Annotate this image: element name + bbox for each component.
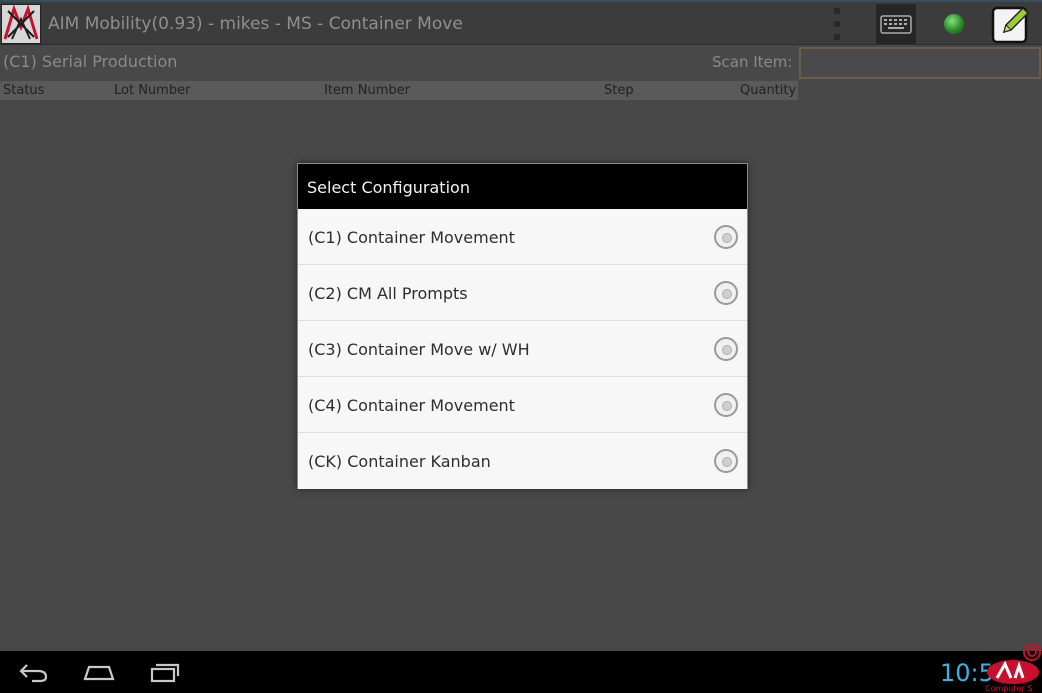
config-option-label: (CK) Container Kanban (308, 452, 491, 471)
radio-button[interactable] (714, 337, 738, 361)
radio-button[interactable] (714, 281, 738, 305)
config-option-label: (C2) CM All Prompts (308, 284, 468, 303)
aim-logo-icon[interactable] (1, 4, 41, 44)
back-icon[interactable] (18, 659, 50, 689)
overflow-menu-icon[interactable] (829, 6, 845, 42)
config-option-label: (C1) Container Movement (308, 228, 515, 247)
recent-apps-icon[interactable] (148, 659, 180, 689)
dialog-title-bar: Select Configuration (298, 164, 747, 209)
config-option-label: (C3) Container Move w/ WH (308, 340, 530, 359)
app-title: AIM Mobility(0.93) - mikes - MS - Contai… (48, 14, 463, 34)
column-quantity[interactable]: Quantity (740, 83, 796, 98)
status-dot-icon (944, 14, 964, 34)
column-step[interactable]: Step (604, 83, 634, 98)
config-option-c1[interactable]: (C1) Container Movement (298, 209, 747, 265)
radio-button[interactable] (714, 449, 738, 473)
config-option-ck[interactable]: (CK) Container Kanban (298, 433, 747, 489)
config-option-c3[interactable]: (C3) Container Move w/ WH (298, 321, 747, 377)
action-bar: AIM Mobility(0.93) - mikes - MS - Contai… (0, 0, 1042, 45)
select-configuration-dialog: Select Configuration (C1) Container Move… (297, 163, 748, 489)
system-navigation-bar: 10:5 (0, 651, 1042, 693)
edit-notes-icon[interactable] (990, 4, 1032, 45)
column-lot-number[interactable]: Lot Number (114, 83, 190, 98)
configuration-title: (C1) Serial Production (3, 52, 178, 71)
radio-button[interactable] (714, 393, 738, 417)
home-icon[interactable] (82, 659, 116, 689)
config-option-c2[interactable]: (C2) CM All Prompts (298, 265, 747, 321)
config-option-c4[interactable]: (C4) Container Movement (298, 377, 747, 433)
table-header: Status Lot Number Item Number Step Quant… (0, 81, 798, 100)
dialog-title: Select Configuration (307, 178, 470, 197)
scan-item-label: Scan Item: (712, 53, 793, 71)
keyboard-icon[interactable] (876, 4, 916, 44)
column-item-number[interactable]: Item Number (324, 83, 410, 98)
config-option-label: (C4) Container Movement (308, 396, 515, 415)
watermark-text: Computer S (985, 684, 1033, 693)
scan-item-input[interactable] (799, 47, 1041, 79)
column-status[interactable]: Status (3, 83, 44, 98)
radio-button[interactable] (714, 225, 738, 249)
